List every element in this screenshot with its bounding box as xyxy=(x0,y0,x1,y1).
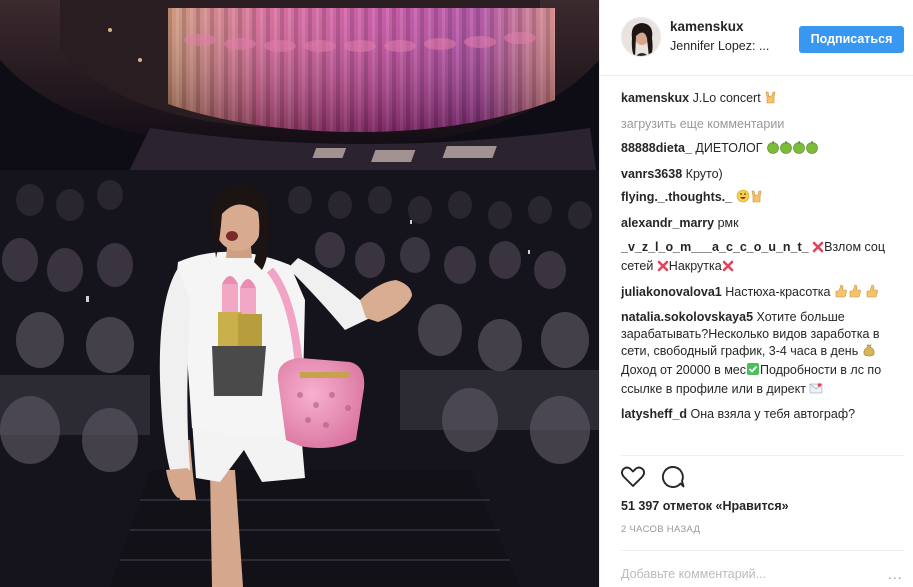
caption-text: J.Lo concert xyxy=(692,91,761,105)
more-options-button[interactable]: ... xyxy=(888,566,903,582)
comment-button[interactable] xyxy=(659,463,687,491)
divider xyxy=(621,550,904,551)
add-comment-input[interactable] xyxy=(621,565,891,583)
comment-username[interactable]: flying._.thoughts._ xyxy=(621,190,732,204)
comment-item: flying._.thoughts._ xyxy=(621,189,906,208)
rock-hand-icon xyxy=(764,90,778,109)
post-header: kamenskux Jennifer Lopez: ... Подписатьс… xyxy=(600,0,913,76)
comment-text: Доход от 20000 в мес xyxy=(621,362,746,377)
comment-username[interactable]: alexandr_marry xyxy=(621,216,714,230)
cross-mark-icon xyxy=(657,260,669,277)
money-bag-icon xyxy=(862,343,876,362)
post-actions xyxy=(619,463,739,491)
comment-username[interactable]: natalia.sokolovskaya5 xyxy=(621,310,753,324)
comment-text: Настюха-красотка xyxy=(725,284,831,299)
comment-text: Она взяла у тебя автограф? xyxy=(690,407,856,422)
speech-bubble-icon xyxy=(661,466,685,488)
post-location[interactable]: Jennifer Lopez: ... xyxy=(670,39,769,53)
comment-username[interactable]: 88888dieta_ xyxy=(621,141,692,155)
thumbs-up-icon xyxy=(834,284,862,303)
follow-button[interactable]: Подписаться xyxy=(799,26,904,53)
load-more-comments-link[interactable]: загрузить еще комментарии xyxy=(621,116,906,132)
comment-text: рмк xyxy=(717,216,739,231)
comment-text: Накрутка xyxy=(668,258,722,273)
comment-item: juliakonovalova1 Настюха-красотка xyxy=(621,284,906,303)
comment-item: 88888dieta_ ДИЕТОЛОГ xyxy=(621,140,906,159)
comment-username[interactable]: _v_z_l_o_m___a_c_c_o_u_n_t_ xyxy=(621,240,809,254)
avatar-image xyxy=(622,18,660,56)
comment-text: ДИЕТОЛОГ xyxy=(695,140,763,155)
post-timestamp[interactable]: 2 ЧАСОВ НАЗАД xyxy=(621,524,700,535)
comment-username[interactable]: juliakonovalova1 xyxy=(621,285,722,299)
grinning-sweat-icon xyxy=(736,189,764,208)
avatar[interactable] xyxy=(621,17,661,57)
cross-mark-icon xyxy=(722,260,734,277)
likes-count[interactable]: 51 397 отметок «Нравится» xyxy=(621,499,789,513)
caption-username[interactable]: kamenskux xyxy=(621,91,689,105)
green-apple-icon xyxy=(766,140,818,159)
concert-photo-image xyxy=(0,0,599,587)
comment-item: alexandr_marry рмк xyxy=(621,215,906,232)
comments-list: kamenskux J.Lo concert загрузить еще ком… xyxy=(621,90,906,430)
comment-item: natalia.sokolovskaya5 Хотите больше зара… xyxy=(621,309,906,399)
comment-username[interactable]: latysheff_d xyxy=(621,407,687,421)
check-mark-icon xyxy=(746,362,760,381)
comment-item: latysheff_d Она взяла у тебя автограф? xyxy=(621,406,906,423)
comment-text: Круто) xyxy=(685,166,723,181)
comment-username[interactable]: vanrs3638 xyxy=(621,167,682,181)
post-side-panel: kamenskux Jennifer Lopez: ... Подписатьс… xyxy=(599,0,913,587)
post-username[interactable]: kamenskux xyxy=(670,19,744,34)
divider xyxy=(621,455,904,456)
envelope-icon xyxy=(809,381,823,400)
instagram-post: kamenskux Jennifer Lopez: ... Подписатьс… xyxy=(0,0,913,587)
cross-mark-icon xyxy=(812,241,824,258)
thumbs-up-icon xyxy=(865,284,879,303)
comment-item: _v_z_l_o_m___a_c_c_o_u_n_t_ Взлом соц се… xyxy=(621,239,906,277)
caption: kamenskux J.Lo concert xyxy=(621,90,906,109)
like-button[interactable] xyxy=(619,463,647,491)
heart-icon xyxy=(621,466,645,487)
comment-item: vanrs3638 Круто) xyxy=(621,166,906,183)
post-photo[interactable] xyxy=(0,0,599,587)
